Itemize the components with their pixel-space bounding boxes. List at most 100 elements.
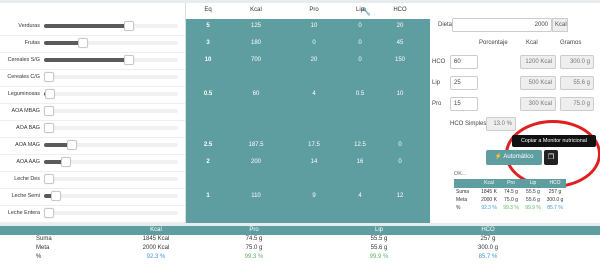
food-label: AOA AAG [16,159,40,165]
slider-handle[interactable] [44,106,54,116]
header-kcal: Kcal [526,40,538,46]
pro-label: Pro [432,101,442,107]
mini-summary-row: % 92.3 % 99.3 % 99.9 % 85.7 % [454,205,566,213]
cell-kcal: 180 [250,40,261,46]
slider-handle[interactable] [44,208,54,218]
food-slider[interactable] [44,140,178,150]
slider-handle[interactable] [44,72,54,82]
cell-hco: 10 [396,91,404,97]
food-row: Leguminosas [0,87,185,104]
summary-cell: 1845 Kcal [142,236,170,242]
mini-header-cell: Lip [529,180,537,186]
food-slider[interactable] [44,89,178,99]
summary-row: % 92.3 % 99.3 % 99.9 % 85.7 % [0,254,600,263]
cell-lip: 16 [356,159,364,165]
col-header-hco: HCO [393,7,407,13]
slider-handle[interactable] [51,191,61,201]
mini-summary-cell: 300.0 g [546,197,564,203]
food-slider[interactable] [44,191,178,201]
mini-summary-cell: 55.6 g [526,197,540,203]
table-row: 3 180 0 0 45 [186,36,430,53]
table-row [186,70,430,87]
summary-cell: 2000 Kcal [142,245,170,251]
cell-eq: 3 [206,40,210,46]
col-header-eq: Eq [204,7,212,13]
mini-summary-cell: 92.3 % [481,205,497,211]
lip-grams: 55.6 g [560,76,594,90]
dieta-unit: Kcal [552,18,568,32]
cell-kcal: 200 [250,159,261,165]
table-row [186,104,430,121]
lip-pct-input[interactable]: 25 [450,76,478,90]
mini-summary-cell: 55.5 g [526,189,540,195]
summary-cell: 300.0 g [477,245,499,251]
cell-pro: 4 [312,91,316,97]
food-label: Cereales S/G [7,57,40,63]
summary-cell: Meta [36,245,50,251]
food-slider[interactable] [44,55,178,65]
food-slider[interactable] [44,123,178,133]
summary-header-cell: Kcal [150,227,162,233]
food-label: AOA MAG [15,142,40,148]
mini-summary-table: Kcal Pro Lip HCO Suma 1845 K 74.5 g 55.5 g 257 … [454,179,566,221]
food-label: Leche Entera [7,210,40,216]
food-slider[interactable] [44,157,178,167]
mini-summary-header: Kcal Pro Lip HCO [454,179,566,188]
cell-kcal: 110 [251,193,261,199]
mini-summary-cell: Suma [456,189,470,195]
slider-handle[interactable] [67,140,77,150]
food-slider[interactable] [44,174,178,184]
food-label: Frutas [24,40,40,46]
slider-handle[interactable] [124,55,134,65]
summary-cell: 55.6 g [370,245,388,251]
summary-row: Suma 1845 Kcal 74.5 g 55.5 g 257 g [0,236,600,245]
cell-kcal: 125 [250,23,261,29]
pro-grams: 75.0 g [560,97,594,111]
summary-header-cell: HCO [481,227,495,233]
table-row [186,121,430,138]
diet-panel: Dieta 2000 Kcal Porcentaje Kcal Gramos H… [430,3,600,223]
mini-header-cell: Kcal [484,180,494,186]
slider-fill [44,58,128,62]
food-slider[interactable] [44,208,178,218]
pro-pct-input[interactable]: 15 [450,97,478,111]
summary-cell: 99.9 % [369,254,389,260]
food-label: Leguminosas [7,91,40,97]
food-slider[interactable] [44,21,178,31]
automatico-button[interactable]: ⚡ Automático [486,150,542,165]
summary-header-cell: Pro [249,227,259,233]
summary-cell: 85.7 % [478,254,498,260]
food-slider[interactable] [44,38,178,48]
food-slider[interactable] [44,72,178,82]
cell-hco: 150 [394,57,405,63]
cell-pro: 17.5 [308,142,320,148]
table-header: 🔧 Eq Kcal Pro Lip HCO [186,3,430,19]
cell-eq: 0.5 [203,91,213,97]
food-row: AOA BAG [0,121,185,138]
slider-handle[interactable] [44,123,54,133]
mini-summary-cell: % [456,205,461,211]
food-slider-panel: Verduras Frutas Cereales S/G Cereales C/G Le… [0,3,186,223]
mini-summary-cell: 257 g [548,189,562,195]
bolt-icon: ⚡ [494,154,503,160]
food-row: Verduras [0,19,185,36]
food-row: Cereales S/G [0,53,185,70]
summary-cell: 74.5 g [245,236,263,242]
slider-handle[interactable] [124,21,134,31]
summary-cell: 75.0 g [245,245,263,251]
copy-to-monitor-button[interactable]: ❐ [544,150,558,165]
copy-tooltip: Copiar a Monitor nutricional [512,135,596,147]
food-row: AOA MAG [0,138,185,155]
hco-pct-input[interactable]: 60 [450,55,478,69]
mini-summary-cell: 74.5 g [504,189,518,195]
slider-handle[interactable] [61,157,71,167]
summary-cell: Suma [36,236,52,242]
slider-handle[interactable] [78,38,88,48]
slider-handle[interactable] [45,89,55,99]
slider-handle[interactable] [44,174,54,184]
dieta-input[interactable]: 2000 [452,18,552,32]
food-label: Cereales C/G [7,74,40,80]
summary-cell: % [36,254,42,260]
table-row: 1 110 9 4 12 [186,189,430,206]
food-slider[interactable] [44,106,178,116]
